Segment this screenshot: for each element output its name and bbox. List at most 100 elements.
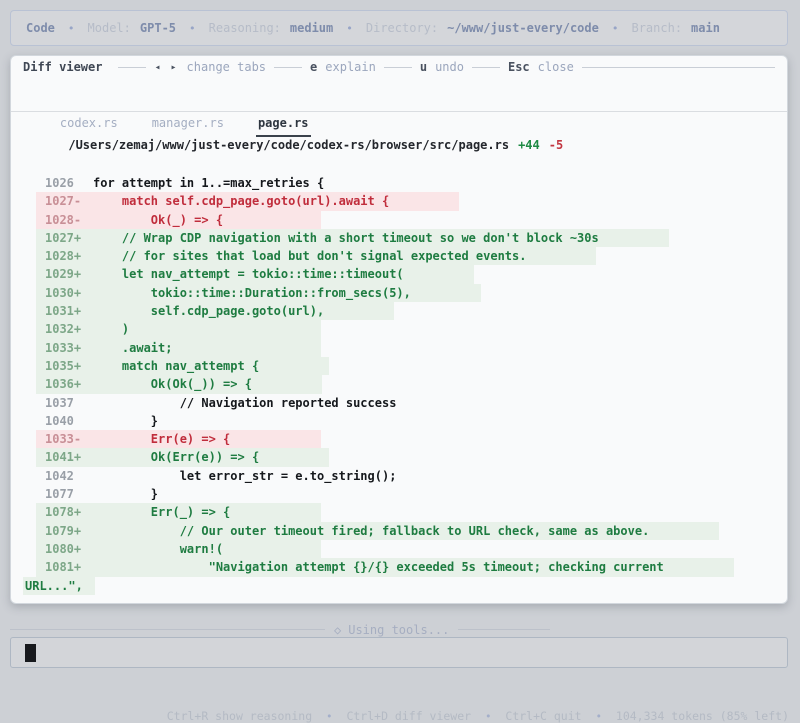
- footer-item-0: Ctrl+R show reasoning: [166, 709, 313, 723]
- status-rule-left: [10, 629, 325, 630]
- diff-line-highlight: 1027- match self.cdp_page.goto(url).awai…: [36, 192, 460, 211]
- line-number: 1081+: [45, 560, 82, 575]
- session-info-bar: Code • Model: GPT-5 • Reasoning: medium • Direc…: [10, 10, 788, 46]
- status-row: ◇ Using tools...: [10, 621, 790, 638]
- hint-label-change-tabs: change tabs: [186, 60, 267, 74]
- status-text: ◇ Using tools...: [334, 623, 449, 637]
- separator-dot: •: [67, 21, 75, 35]
- tab-page.rs[interactable]: page.rs: [255, 116, 311, 137]
- diff-line: 1041+ Ok(Err(e)) => {: [11, 448, 787, 467]
- diff-line: 1031+ self.cdp_page.goto(url),: [11, 302, 787, 321]
- diff-line: 1028- Ok(_) => {: [11, 210, 787, 229]
- diff-line: 1037 // Navigation reported success: [11, 394, 787, 412]
- diff-line: 1036+ Ok(Ok(_)) => {: [11, 375, 787, 394]
- border-dash-fill: [581, 66, 775, 68]
- line-code: tokio::time::Duration::from_secs(5),: [93, 285, 411, 300]
- line-number: 1028+: [45, 249, 82, 264]
- line-code: ): [93, 322, 130, 337]
- line-number: 1037: [45, 395, 74, 410]
- diff-line: 1032+ ): [11, 320, 787, 339]
- tab-codex.rs[interactable]: codex.rs: [58, 116, 120, 135]
- session-value-2: ~/www/just-every/code: [447, 21, 599, 35]
- diff-line-highlight: 1077 }: [36, 485, 158, 503]
- line-code: Ok(_) => {: [93, 212, 224, 227]
- line-code: for attempt in 1..=max_retries {: [93, 176, 325, 190]
- line-number: 1035+: [45, 358, 82, 373]
- session-value-3: main: [691, 21, 720, 35]
- diff-viewer-panel: Diff viewer ◂ ▸ change tabs e explain u undo E…: [10, 55, 788, 604]
- session-value-1: medium: [289, 21, 334, 35]
- line-number: 1027-: [45, 194, 82, 209]
- diff-line-highlight: 1031+ self.cdp_page.goto(url),: [36, 302, 395, 321]
- diff-line: 1079+ // Our outer timeout fired; fallba…: [11, 521, 787, 540]
- line-code: Ok(Err(e)) => {: [93, 450, 260, 465]
- session-label-2: Directory:: [365, 21, 439, 35]
- line-number: 1031+: [45, 304, 82, 319]
- line-number: 1080+: [45, 541, 82, 556]
- diff-line-highlight: 1040 }: [36, 412, 158, 430]
- line-code: // Navigation reported success: [93, 395, 397, 410]
- diff-line: 1029+ let nav_attempt = tokio::time::tim…: [11, 265, 787, 284]
- footer-item-2: Ctrl+C quit: [505, 709, 582, 723]
- diff-line-highlight: 1078+ Err(_) => {: [36, 503, 321, 522]
- additions-count: +44: [518, 138, 540, 152]
- hint-label-undo: undo: [435, 60, 464, 74]
- app-name: Code: [26, 21, 55, 35]
- line-number: 1042: [45, 468, 74, 483]
- separator-dot: •: [611, 21, 619, 35]
- diff-line: URL...",: [11, 576, 787, 595]
- session-value-0: GPT-5: [139, 21, 177, 35]
- line-number: 1033-: [45, 432, 82, 447]
- line-code: self.cdp_page.goto(url),: [93, 304, 325, 319]
- diff-line: 1030+ tokio::time::Duration::from_secs(5…: [11, 283, 787, 303]
- tab-manager.rs[interactable]: manager.rs: [150, 116, 226, 135]
- border-dash: [471, 66, 500, 68]
- diff-line-highlight: 1033- Err(e) => {: [36, 430, 321, 449]
- line-code: match self.cdp_page.goto(url).await {: [93, 194, 390, 209]
- line-code: let error_str = e.to_string();: [93, 468, 397, 483]
- footer-shortcuts: Ctrl+R show reasoning • Ctrl+D diff viewer…: [0, 681, 789, 723]
- diff-line: 1040 }: [11, 412, 787, 430]
- separator-dot: •: [346, 21, 353, 35]
- diff-line: 1033+ .await;: [11, 338, 787, 357]
- border-dash: [383, 66, 412, 68]
- diff-line: 1080+ warn!(: [11, 539, 787, 559]
- app-root: Code • Model: GPT-5 • Reasoning: medium • Direc…: [0, 0, 800, 723]
- diff-line: 1042 let error_str = e.to_string();: [11, 467, 787, 485]
- diff-line-highlight: 1028- Ok(_) => {: [36, 210, 321, 229]
- line-code: match nav_attempt {: [93, 358, 260, 373]
- line-code: .await;: [93, 340, 173, 355]
- footer-item-3: 104,334 tokens (85% left): [615, 709, 789, 723]
- line-code: // Our outer timeout fired; fallback to …: [93, 523, 650, 538]
- diff-line: 1026 for attempt in 1..=max_retries {: [11, 174, 787, 192]
- line-code: "Navigation attempt {}/{} exceeded 5s ti…: [93, 560, 664, 575]
- line-number: 1033+: [45, 340, 82, 355]
- deletions-count: -5: [548, 138, 564, 152]
- line-number: 1078+: [45, 505, 82, 520]
- line-number: 1040: [45, 413, 74, 428]
- diff-line-highlight: 1032+ ): [36, 320, 321, 339]
- panel-title: Diff viewer: [23, 60, 103, 74]
- line-number: 1079+: [45, 523, 82, 538]
- file-tabs: codex.rs manager.rs page.rs: [11, 83, 787, 137]
- session-label-1: Reasoning:: [208, 21, 281, 35]
- status-rule-right: [458, 629, 551, 630]
- diff-line: 1033- Err(e) => {: [11, 430, 787, 449]
- hint-key-explain: e: [310, 60, 318, 74]
- arrow-keys-icon: ◂ ▸: [154, 61, 179, 73]
- hint-key-close: Esc: [507, 60, 530, 74]
- diff-line-highlight: 1030+ tokio::time::Duration::from_secs(5…: [36, 283, 481, 303]
- text-cursor: [25, 644, 36, 662]
- hint-key-undo: u: [419, 60, 428, 74]
- line-code: Err(e) => {: [93, 432, 231, 447]
- diff-line: 1028+ // for sites that load but don't s…: [11, 247, 787, 266]
- line-code: // for sites that load but don't signal …: [93, 249, 527, 264]
- composer-input[interactable]: [10, 637, 788, 668]
- line-code: warn!(: [93, 541, 224, 556]
- diff-line-highlight: URL...",: [23, 576, 95, 595]
- diff-line: 1077 }: [11, 485, 787, 503]
- diff-body[interactable]: 1026 for attempt in 1..=max_retries {1027…: [11, 174, 787, 595]
- file-path: /Users/zemaj/www/just-every/code/codex-r…: [68, 138, 510, 152]
- line-number: 1036+: [45, 377, 82, 392]
- line-code: }: [93, 487, 159, 502]
